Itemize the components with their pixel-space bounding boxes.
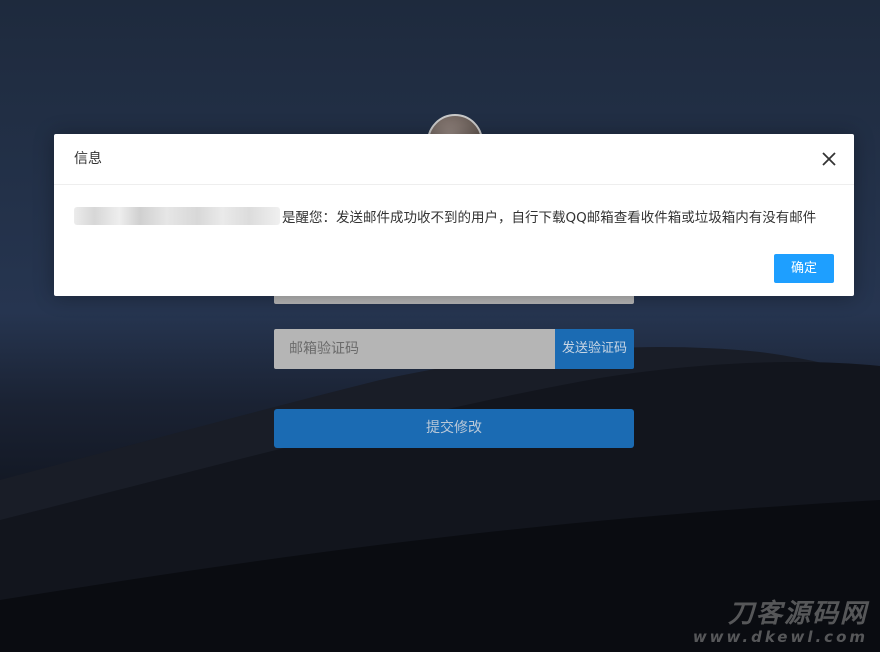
background-dune-image xyxy=(0,347,880,652)
dialog-header: 信息 xyxy=(54,134,854,185)
watermark-url: www.dkewl.com xyxy=(692,628,868,646)
dialog-message: 是醒您：发送邮件成功收不到的用户，自行下载QQ邮箱查看收件箱或垃圾箱内有没有邮件 xyxy=(282,210,817,226)
redacted-text-blur xyxy=(74,207,280,225)
email-code-input[interactable] xyxy=(274,329,555,369)
dialog-body: 是醒您：发送邮件成功收不到的用户，自行下载QQ邮箱查看收件箱或垃圾箱内有没有邮件 xyxy=(74,206,816,226)
info-dialog: 信息 是醒您：发送邮件成功收不到的用户，自行下载QQ邮箱查看收件箱或垃圾箱内有没… xyxy=(54,134,854,296)
close-icon[interactable] xyxy=(820,150,838,168)
watermark-title: 刀客源码网 xyxy=(727,599,868,629)
submit-button[interactable]: 提交修改 xyxy=(274,409,634,448)
dialog-title: 信息 xyxy=(74,151,102,167)
watermark: 刀客源码网 www.dkewl.com xyxy=(693,593,868,646)
email-code-row: 发送验证码 xyxy=(274,329,634,369)
confirm-button[interactable]: 确定 xyxy=(774,254,834,283)
send-code-button[interactable]: 发送验证码 xyxy=(555,329,634,369)
